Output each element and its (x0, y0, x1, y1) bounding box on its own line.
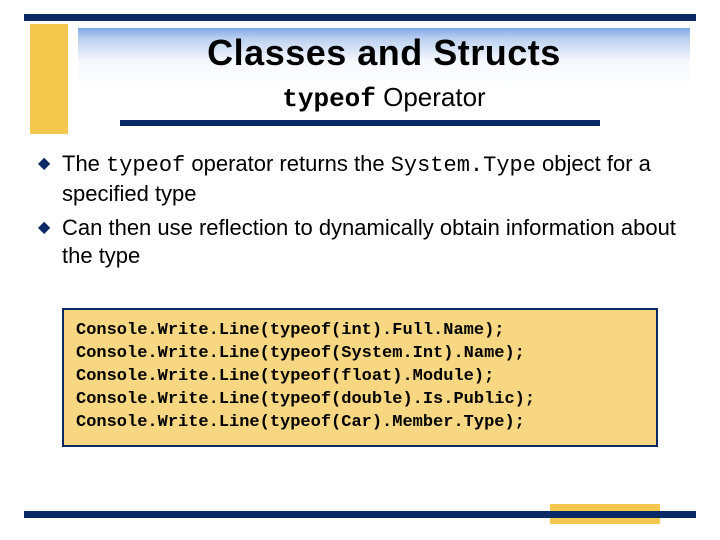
gold-accent-top (30, 24, 68, 134)
bullet-icon: ◆ (38, 214, 62, 270)
bullet-icon: ◆ (38, 150, 62, 208)
subtitle-rule (120, 120, 600, 126)
bullet-item: ◆ The typeof operator returns the System… (38, 150, 682, 208)
bullet-list: ◆ The typeof operator returns the System… (38, 150, 682, 277)
bottom-rule (24, 511, 696, 518)
slide-title: Classes and Structs (78, 32, 690, 74)
title-band: Classes and Structs (78, 28, 690, 88)
code-block: Console.Write.Line(typeof(int).Full.Name… (62, 308, 658, 447)
subtitle-keyword: typeof (282, 84, 376, 114)
subtitle-rest: Operator (376, 82, 486, 112)
bullet-text: The typeof operator returns the System.T… (62, 150, 682, 208)
top-rule (24, 14, 696, 21)
slide-subtitle: typeof Operator (78, 82, 690, 114)
bullet-item: ◆ Can then use reflection to dynamically… (38, 214, 682, 270)
bullet-text: Can then use reflection to dynamically o… (62, 214, 682, 270)
